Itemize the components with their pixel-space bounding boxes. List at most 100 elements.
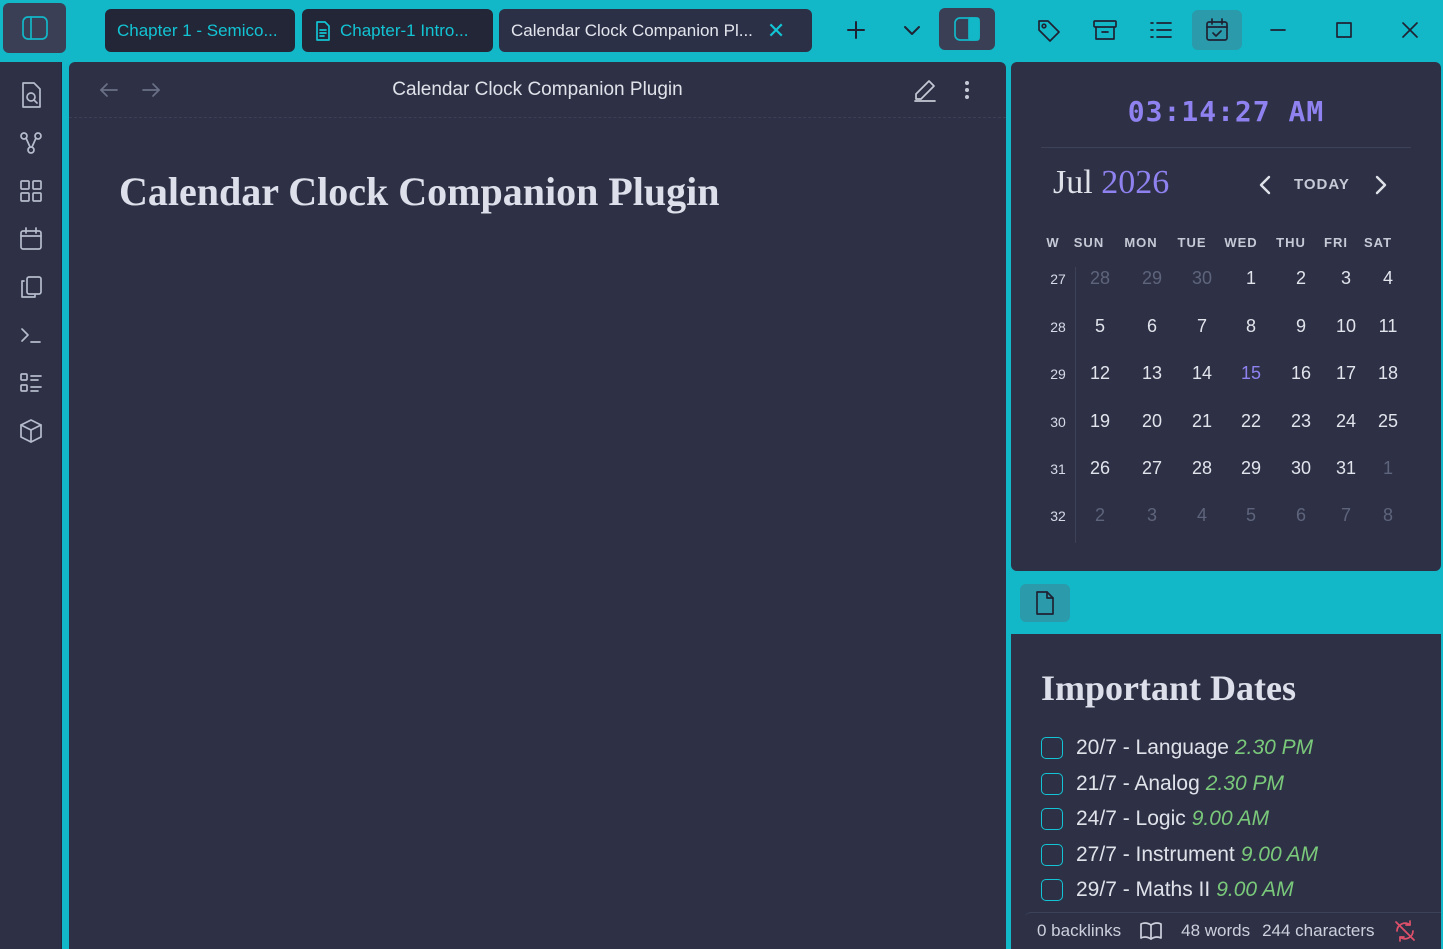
sync-off-icon[interactable] <box>1393 919 1417 943</box>
week-number[interactable]: 27 <box>1043 271 1073 287</box>
task-checkbox[interactable] <box>1041 879 1063 901</box>
calendar-day[interactable]: 28 <box>1077 268 1123 289</box>
weekday-wed: WED <box>1224 235 1258 250</box>
task-text: 29/7 - Maths II <box>1076 878 1211 901</box>
week-number[interactable]: 30 <box>1043 414 1073 430</box>
today-button[interactable]: TODAY <box>1294 176 1350 193</box>
calendar-day[interactable]: 21 <box>1179 411 1225 432</box>
calendar-day[interactable]: 4 <box>1179 505 1225 526</box>
templates-button[interactable] <box>16 272 46 302</box>
calendar-day[interactable]: 28 <box>1179 458 1225 479</box>
close-window-button[interactable] <box>1390 10 1430 50</box>
task-checkbox[interactable] <box>1041 737 1063 759</box>
tab-chapter-1-semiconductors[interactable]: Chapter 1 - Semico... <box>105 9 295 52</box>
calendar-day[interactable]: 4 <box>1365 268 1411 289</box>
calendar-day[interactable]: 1 <box>1365 458 1411 479</box>
calendar-day[interactable]: 31 <box>1323 458 1369 479</box>
calendar-day[interactable]: 2 <box>1278 268 1324 289</box>
tab-chapter-1-intro[interactable]: Chapter-1 Intro... <box>302 9 493 52</box>
calendar-day[interactable]: 2 <box>1077 505 1123 526</box>
plugin-button[interactable] <box>16 416 46 446</box>
calendar-day[interactable]: 20 <box>1129 411 1175 432</box>
calendar-day[interactable]: 7 <box>1179 316 1225 337</box>
calendar-day[interactable]: 12 <box>1077 363 1123 384</box>
calendar-day[interactable]: 11 <box>1365 316 1411 337</box>
tags-button[interactable] <box>1029 10 1069 50</box>
task-item: 20/7 - Language 2.30 PM <box>1041 733 1313 763</box>
archive-button[interactable] <box>1085 10 1125 50</box>
week-number[interactable]: 29 <box>1043 366 1073 382</box>
next-month-button[interactable] <box>1368 172 1394 198</box>
tab-list-dropdown-button[interactable] <box>892 10 932 50</box>
calendar-day[interactable]: 13 <box>1129 363 1175 384</box>
book-open-icon[interactable] <box>1139 920 1163 942</box>
calendar-day[interactable]: 25 <box>1365 411 1411 432</box>
maximize-button[interactable] <box>1324 10 1364 50</box>
calendar-day[interactable]: 23 <box>1278 411 1324 432</box>
calendar-day[interactable]: 22 <box>1228 411 1274 432</box>
calendar-day[interactable]: 29 <box>1228 458 1274 479</box>
calendar-day[interactable]: 9 <box>1278 316 1324 337</box>
terminal-icon <box>21 328 41 343</box>
calendar-day[interactable]: 19 <box>1077 411 1123 432</box>
calendar-day[interactable]: 3 <box>1323 268 1369 289</box>
calendar-view-button[interactable] <box>1192 10 1242 50</box>
calendar-day[interactable]: 10 <box>1323 316 1369 337</box>
calendar-day[interactable]: 30 <box>1278 458 1324 479</box>
dashboard-button[interactable] <box>16 176 46 206</box>
edit-mode-button[interactable] <box>911 76 939 104</box>
view-header-title[interactable]: Calendar Clock Companion Plugin <box>69 79 1006 101</box>
task-checkbox[interactable] <box>1041 808 1063 830</box>
calendar-day[interactable]: 27 <box>1129 458 1175 479</box>
calendar-day[interactable]: 6 <box>1278 505 1324 526</box>
command-palette-button[interactable] <box>16 320 46 350</box>
calendar-day[interactable]: 5 <box>1077 316 1123 337</box>
tab-calendar-clock-companion[interactable]: Calendar Clock Companion Pl... ✕ <box>499 9 812 52</box>
minimize-button[interactable] <box>1258 10 1298 50</box>
chevron-down-icon <box>904 26 920 35</box>
daily-note-button[interactable] <box>16 224 46 254</box>
calendar-day[interactable]: 29 <box>1129 268 1175 289</box>
kanban-button[interactable] <box>16 368 46 398</box>
left-sidebar-toggle-button[interactable] <box>3 3 66 53</box>
cube-icon <box>20 419 42 443</box>
tab-label: Calendar Clock Companion Pl... <box>511 20 753 40</box>
task-checkbox[interactable] <box>1041 772 1063 795</box>
calendar-day[interactable]: 16 <box>1278 363 1324 384</box>
task-checkbox[interactable] <box>1041 843 1063 866</box>
calendar-day[interactable]: 17 <box>1323 363 1369 384</box>
new-tab-button[interactable] <box>836 10 876 50</box>
calendar-day[interactable]: 18 <box>1365 363 1411 384</box>
calendar-day[interactable]: 5 <box>1228 505 1274 526</box>
calendar-check-icon <box>1206 18 1228 41</box>
calendar-day[interactable]: 24 <box>1323 411 1369 432</box>
calendar-day[interactable]: 3 <box>1129 505 1175 526</box>
close-tab-icon[interactable]: ✕ <box>767 19 785 42</box>
calendar-day[interactable]: 7 <box>1323 505 1369 526</box>
calendar-day[interactable]: 1 <box>1228 268 1274 289</box>
calendar-day-today[interactable]: 15 <box>1228 363 1274 384</box>
calendar-day[interactable]: 26 <box>1077 458 1123 479</box>
search-files-button[interactable] <box>16 80 46 110</box>
more-options-button[interactable] <box>953 76 981 104</box>
important-dates-pane: Important Dates 20/7 - Language 2.30 PM 21… <box>1011 634 1441 949</box>
outline-button[interactable] <box>1141 10 1181 50</box>
graph-view-button[interactable] <box>16 128 46 158</box>
week-number[interactable]: 32 <box>1043 508 1073 524</box>
backlinks-count[interactable]: 0 backlinks <box>1037 921 1121 941</box>
calendar-day[interactable]: 8 <box>1365 505 1411 526</box>
week-number[interactable]: 28 <box>1043 319 1073 335</box>
week-number[interactable]: 31 <box>1043 461 1073 477</box>
document-heading: Calendar Clock Companion Plugin <box>119 169 720 214</box>
right-sidebar-toggle-button[interactable] <box>939 8 995 50</box>
weekday-sat: SAT <box>1363 235 1393 250</box>
tab-label: Chapter-1 Intro... <box>340 20 469 40</box>
calendar-day[interactable]: 30 <box>1179 268 1225 289</box>
weekday-mon: MON <box>1124 235 1158 250</box>
previous-month-button[interactable] <box>1252 172 1278 198</box>
note-tab-button[interactable] <box>1020 584 1070 622</box>
task-text: 20/7 - Language <box>1076 736 1229 759</box>
calendar-day[interactable]: 14 <box>1179 363 1225 384</box>
calendar-day[interactable]: 6 <box>1129 316 1175 337</box>
calendar-day[interactable]: 8 <box>1228 316 1274 337</box>
